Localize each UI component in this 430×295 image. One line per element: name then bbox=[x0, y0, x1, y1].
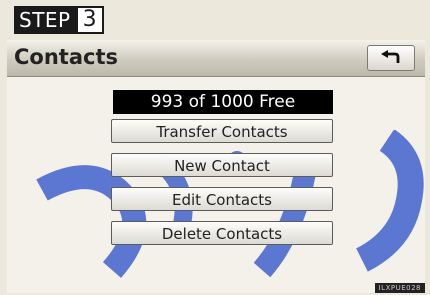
step-indicator: STEP 3 bbox=[14, 6, 104, 34]
back-button[interactable] bbox=[367, 45, 415, 71]
contacts-screen: Contacts 993 of 1000 Free Transfer Conta… bbox=[7, 40, 425, 293]
header-bar: Contacts bbox=[7, 40, 425, 77]
capacity-indicator: 993 of 1000 Free bbox=[113, 90, 333, 114]
transfer-contacts-button[interactable]: Transfer Contacts bbox=[111, 119, 333, 143]
step-label: STEP bbox=[14, 6, 76, 34]
new-contact-button[interactable]: New Contact bbox=[111, 153, 333, 177]
step-number: 3 bbox=[75, 6, 104, 34]
delete-contacts-button[interactable]: Delete Contacts bbox=[111, 221, 333, 245]
image-code: ILXPUE028 bbox=[374, 283, 425, 293]
edit-contacts-button[interactable]: Edit Contacts bbox=[111, 187, 333, 211]
page-title: Contacts bbox=[14, 45, 118, 69]
back-arrow-icon bbox=[381, 50, 400, 63]
